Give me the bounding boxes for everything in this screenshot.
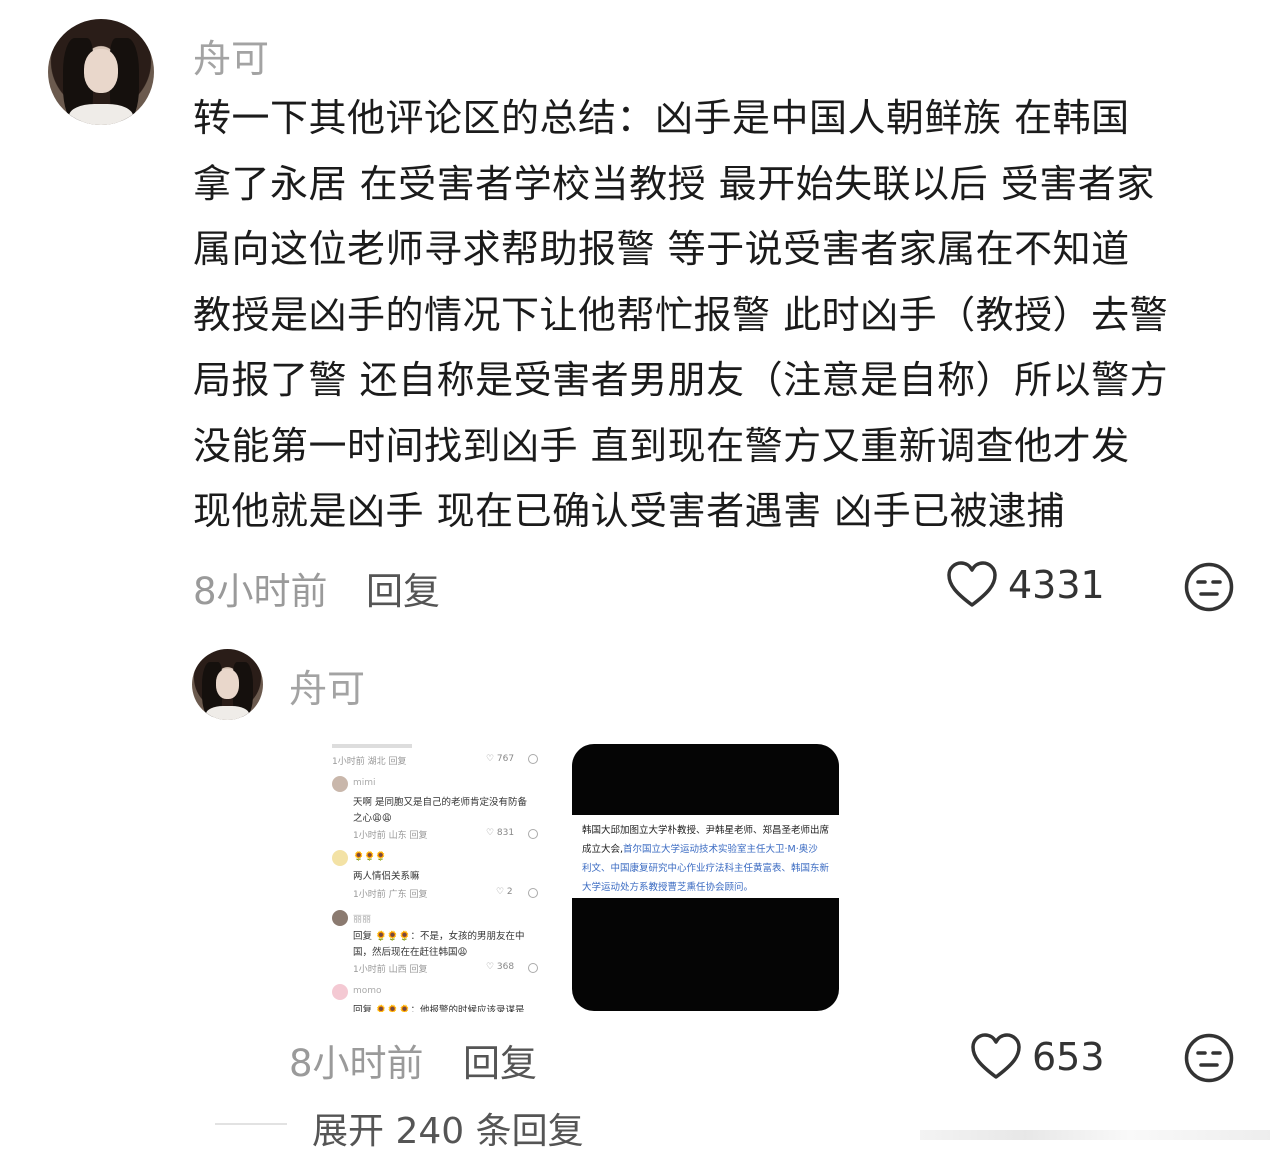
image-comment-name: momo <box>353 986 382 996</box>
image-comment-name: 丽丽 <box>353 915 372 925</box>
comment-line: 现他就是凶手 现在已确认受害者遇害 凶手已被逮捕 <box>193 489 1066 533</box>
divider <box>215 1123 287 1125</box>
image-comment-text: 国，然后现在在赶往韩国😩 <box>353 947 468 958</box>
image-comment-likes: ♡ 767 <box>486 754 515 764</box>
comment-line: 拿了永居 在受害者学校当教授 最开始失联以后 受害者家 <box>193 161 1155 206</box>
image-avatar <box>332 776 348 792</box>
image-comment-meta: 1小时前 山西 回复 <box>353 965 428 975</box>
image-comment-text: 之心😩😩 <box>353 813 392 824</box>
like-button[interactable] <box>970 1032 1022 1080</box>
like-count: 4331 <box>1008 563 1105 607</box>
news-line: 韩国大邱加图立大学朴教授、尹韩星老师、郑昌圣老师出席 <box>582 825 830 836</box>
comment-line: 没能第一时间找到凶手 直到现在警方又重新调查他才发 <box>193 423 1130 468</box>
avatar[interactable] <box>48 19 154 125</box>
attached-image-comments-screenshot[interactable]: 1小时前 湖北 回复 ♡ 767 mimi 天啊 是同胞又是自己的老师肯定没有防… <box>326 744 544 1012</box>
image-comment-name: mimi <box>353 778 376 788</box>
image-comment-text: 回复 🌻🌻🌻：不是，女孩的男朋友在中 <box>353 931 525 942</box>
image-comment-text: 两人情侣关系嘛 <box>353 871 420 882</box>
comment-line: 属向这位老师寻求帮助报警 等于说受害者家属在不知道 <box>193 227 1130 271</box>
reply-button[interactable]: 回复 <box>463 1033 537 1087</box>
image-comment-text: 回复 🌻🌻🌻：他报警的时候应该录谋是 <box>353 1005 525 1012</box>
image-avatar <box>332 984 348 1000</box>
image-comment-likes: ♡ 368 <box>486 962 515 972</box>
comment-body: 转一下其他评论区的总结：凶手是中国人朝鲜族 在韩国 拿了永居 在受害者学校当教授… <box>193 86 1253 545</box>
watermark-graphic <box>920 1112 1270 1156</box>
neutral-face-icon[interactable] <box>1183 1032 1235 1084</box>
reply-button[interactable]: 回复 <box>366 561 440 615</box>
neutral-face-icon[interactable] <box>1183 561 1235 613</box>
image-comment-text: 天啊 是同胞又是自己的老师肯定没有防备 <box>353 797 528 808</box>
image-comment-likes: ♡ 2 <box>496 887 513 897</box>
attached-image-news-excerpt[interactable]: 韩国大邱加图立大学朴教授、尹韩星老师、郑昌圣老师出席 成立大会,首尔国立大学运动… <box>572 744 839 1011</box>
like-button[interactable] <box>946 560 998 608</box>
image-avatar <box>332 850 348 866</box>
comment-line: 局报了警 还自称是受害者男朋友（注意是自称）所以警方 <box>193 358 1169 402</box>
image-avatar <box>332 910 348 926</box>
comment-time: 8小时前 <box>289 1042 424 1085</box>
avatar[interactable] <box>192 649 263 720</box>
expand-replies-button[interactable]: 展开 240 条回复 <box>312 1102 584 1154</box>
image-comment-meta: 1小时前 湖北 回复 <box>332 757 407 767</box>
news-line: 利文、中国康复研究中心作业疗法科主任黄富表、韩国东新 <box>582 863 830 874</box>
like-count: 653 <box>1032 1035 1105 1079</box>
news-line-highlight: 首尔国立大学运动技术实验室主任大卫·M·奥沙 <box>623 844 818 855</box>
heart-outline-icon <box>947 561 997 607</box>
comment-username[interactable]: 舟可 <box>289 658 365 713</box>
image-comment-name: 🌻🌻🌻 <box>353 852 387 862</box>
news-line: 成立大会,首尔国立大学运动技术实验室主任大卫·M·奥沙 <box>582 844 818 855</box>
comment-username[interactable]: 舟可 <box>193 28 269 83</box>
comment-time: 8小时前 <box>193 570 328 613</box>
comment-line: 教授是凶手的情况下让他帮忙报警 此时凶手（教授）去警 <box>193 292 1169 337</box>
heart-outline-icon <box>971 1033 1021 1079</box>
news-line: 大学运动处方系教授曹芝熏任协会顾问。 <box>582 882 754 893</box>
comment-line: 转一下其他评论区的总结：凶手是中国人朝鲜族 在韩国 <box>193 96 1130 140</box>
image-news-text: 韩国大邱加图立大学朴教授、尹韩星老师、郑昌圣老师出席 成立大会,首尔国立大学运动… <box>572 815 839 898</box>
image-comment-meta: 1小时前 广东 回复 <box>353 890 428 900</box>
image-comment-likes: ♡ 831 <box>486 828 515 838</box>
image-comment-meta: 1小时前 山东 回复 <box>353 831 428 841</box>
